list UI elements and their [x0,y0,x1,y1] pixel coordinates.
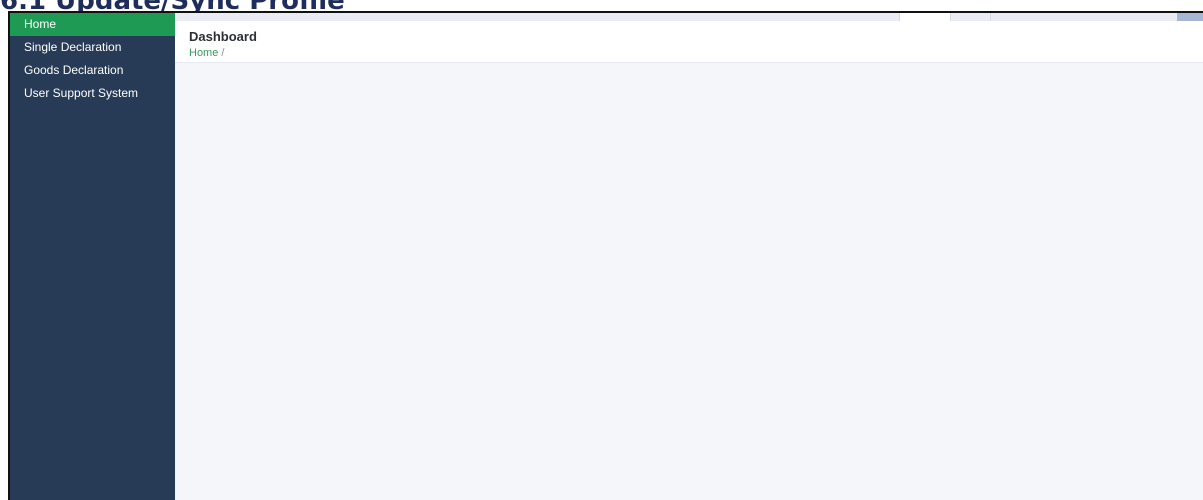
top-tab-strip [175,13,1203,21]
sidebar-item-user-support-system[interactable]: User Support System [10,82,175,105]
page-header: Dashboard Home / [175,21,1203,63]
breadcrumb-home-link[interactable]: Home [189,47,218,59]
sidebar-item-single-declaration[interactable]: Single Declaration [10,36,175,59]
top-tab[interactable] [1177,13,1203,21]
top-tab[interactable] [899,13,951,21]
document-heading: 6.1 Update/Sync Profile [0,0,345,16]
breadcrumb: Home / [189,47,224,59]
app-window: Home Single Declaration Goods Declaratio… [8,11,1203,500]
page-title: Dashboard [189,29,257,44]
breadcrumb-separator: / [221,47,225,59]
sidebar-item-home[interactable]: Home [10,13,175,36]
sidebar-item-goods-declaration[interactable]: Goods Declaration [10,59,175,82]
sidebar: Home Single Declaration Goods Declaratio… [10,13,175,500]
top-tab[interactable] [951,13,991,21]
